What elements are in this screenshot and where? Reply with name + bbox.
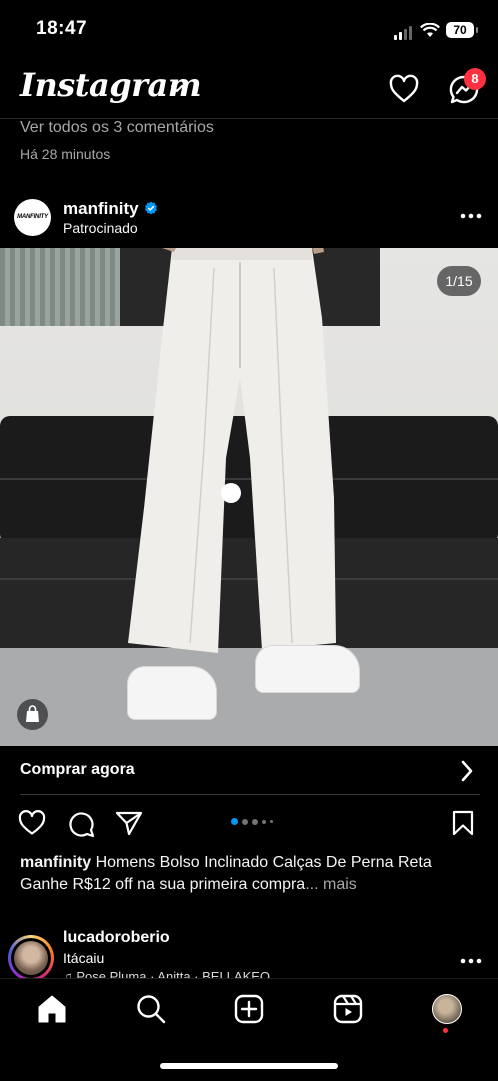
signal-icon <box>394 26 412 40</box>
battery-tip <box>476 27 478 33</box>
notification-badge: 8 <box>464 68 486 90</box>
reels-icon[interactable] <box>333 994 363 1024</box>
cta-divider <box>20 794 480 795</box>
verified-icon <box>145 201 157 215</box>
heart-icon[interactable] <box>18 810 46 836</box>
next-post-username[interactable]: lucadoroberio <box>63 929 170 947</box>
status-time: 18:47 <box>36 18 88 39</box>
shopping-tag-button[interactable] <box>17 699 48 730</box>
avatar[interactable] <box>14 941 48 975</box>
post-username[interactable]: manfinity <box>63 199 139 219</box>
view-comments-link[interactable]: Ver todos os 3 comentários <box>20 119 214 137</box>
post-caption[interactable]: manfinity Homens Bolso Inclinado Calças … <box>20 852 480 896</box>
profile-avatar[interactable] <box>432 994 462 1024</box>
caption-more-link[interactable]: ... mais <box>305 876 357 893</box>
avatar[interactable]: MANFINITY <box>14 199 51 236</box>
shop-now-label[interactable]: Comprar agora <box>20 761 135 779</box>
battery-icon: 70 <box>446 22 474 38</box>
image-counter: 1/15 <box>437 266 481 296</box>
chevron-right-icon[interactable] <box>460 760 474 782</box>
search-icon[interactable] <box>136 994 166 1024</box>
home-indicator <box>160 1063 338 1069</box>
bookmark-icon[interactable] <box>451 810 475 836</box>
chevron-down-icon[interactable] <box>170 84 184 94</box>
more-icon[interactable] <box>460 213 482 219</box>
carousel-indicator <box>231 818 273 825</box>
shopping-bag-icon <box>26 705 39 722</box>
post-timestamp: Há 28 minutos <box>20 146 111 162</box>
create-icon[interactable] <box>234 994 264 1024</box>
more-icon[interactable] <box>460 958 482 964</box>
profile-notification-dot <box>443 1028 448 1033</box>
sponsored-label: Patrocinado <box>63 220 138 236</box>
next-post-location[interactable]: Itácaiu <box>63 950 104 966</box>
post-image[interactable] <box>0 248 498 746</box>
share-icon[interactable] <box>115 810 143 836</box>
wifi-icon <box>420 23 440 37</box>
caption-username[interactable]: manfinity <box>20 854 91 871</box>
home-icon[interactable] <box>37 994 67 1024</box>
heart-icon[interactable] <box>388 74 420 104</box>
comment-icon[interactable] <box>67 810 95 838</box>
tap-indicator <box>221 483 241 503</box>
